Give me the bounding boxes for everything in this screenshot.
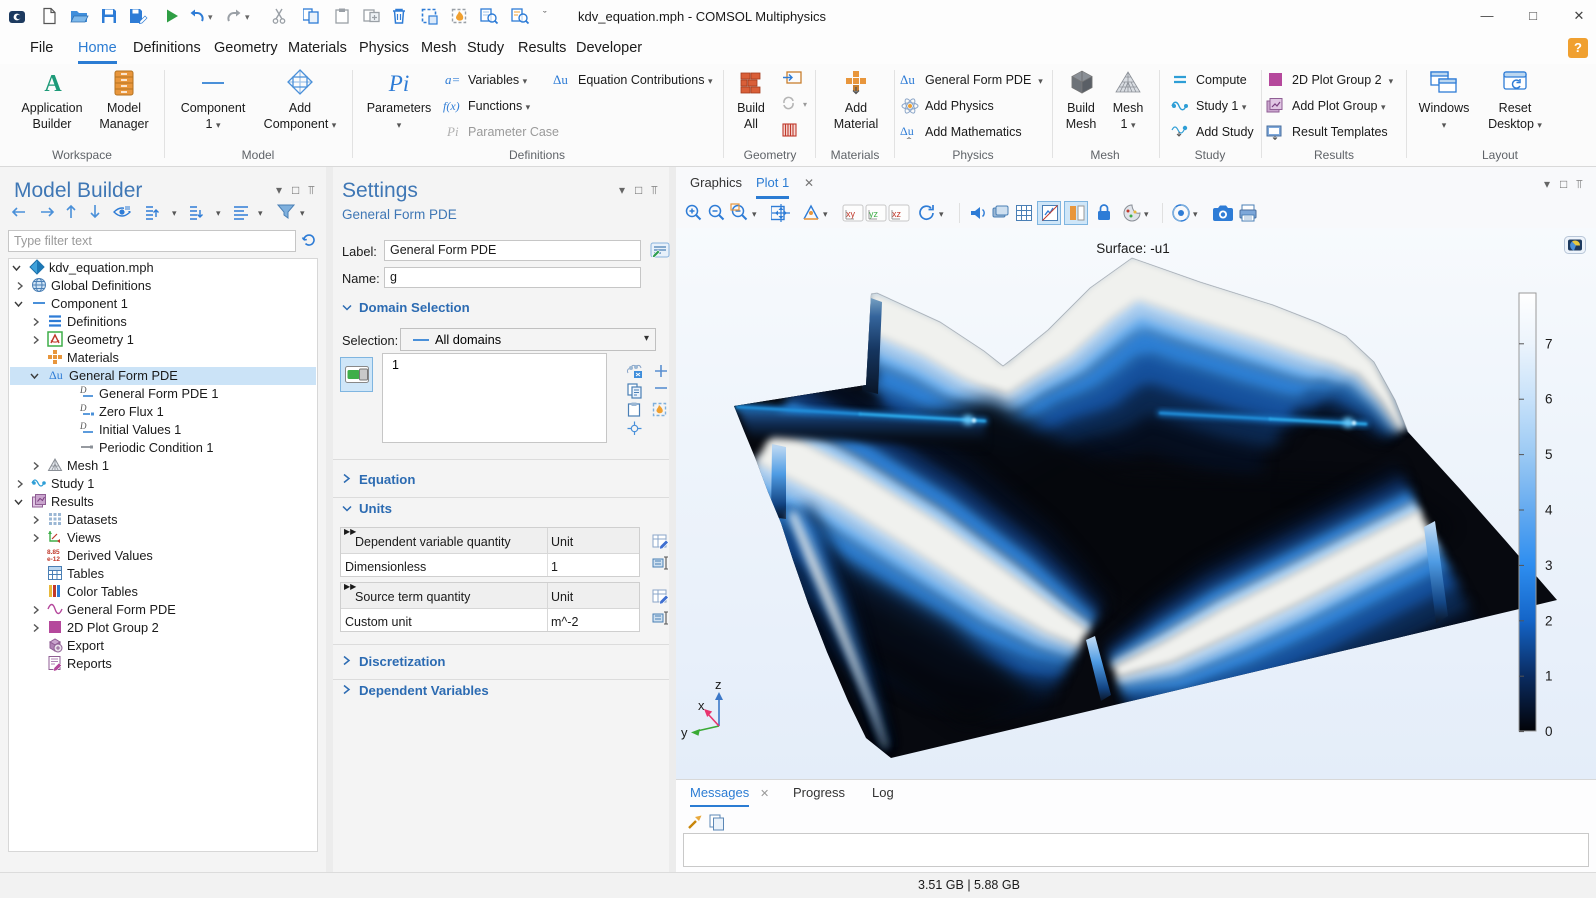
svg-text:a=: a=: [445, 72, 460, 87]
svg-text:y: y: [681, 725, 688, 740]
svg-text:6: 6: [1545, 392, 1553, 407]
svg-text:D: D: [79, 385, 87, 395]
svg-text:Δu: Δu: [49, 368, 63, 382]
svg-text:e-12: e-12: [47, 556, 60, 563]
svg-text:Δu: Δu: [900, 124, 914, 138]
svg-text:Pi: Pi: [446, 124, 459, 139]
svg-text:2: 2: [1545, 613, 1553, 628]
svg-text:A: A: [44, 71, 62, 96]
svg-text:8.85: 8.85: [47, 549, 60, 556]
svg-text:yz: yz: [869, 209, 879, 219]
svg-text:z: z: [715, 677, 722, 692]
svg-text:D: D: [79, 421, 87, 431]
svg-text:3: 3: [1545, 558, 1553, 573]
svg-text:Pi: Pi: [388, 71, 409, 96]
svg-text:7: 7: [1545, 336, 1553, 351]
svg-text:xy: xy: [846, 209, 856, 219]
svg-text:5: 5: [1545, 447, 1553, 462]
svg-text:D: D: [79, 403, 87, 413]
svg-text:Δu: Δu: [553, 72, 568, 87]
svg-text:x: x: [698, 698, 705, 713]
svg-text:1: 1: [1545, 669, 1553, 684]
svg-text:Δu: Δu: [900, 72, 915, 87]
svg-text:f(x): f(x): [443, 99, 460, 113]
svg-text:0: 0: [1545, 724, 1553, 739]
svg-text:Surface: -u1: Surface: -u1: [1096, 241, 1170, 256]
svg-text:xz: xz: [892, 209, 902, 219]
svg-text:4: 4: [1545, 503, 1553, 518]
